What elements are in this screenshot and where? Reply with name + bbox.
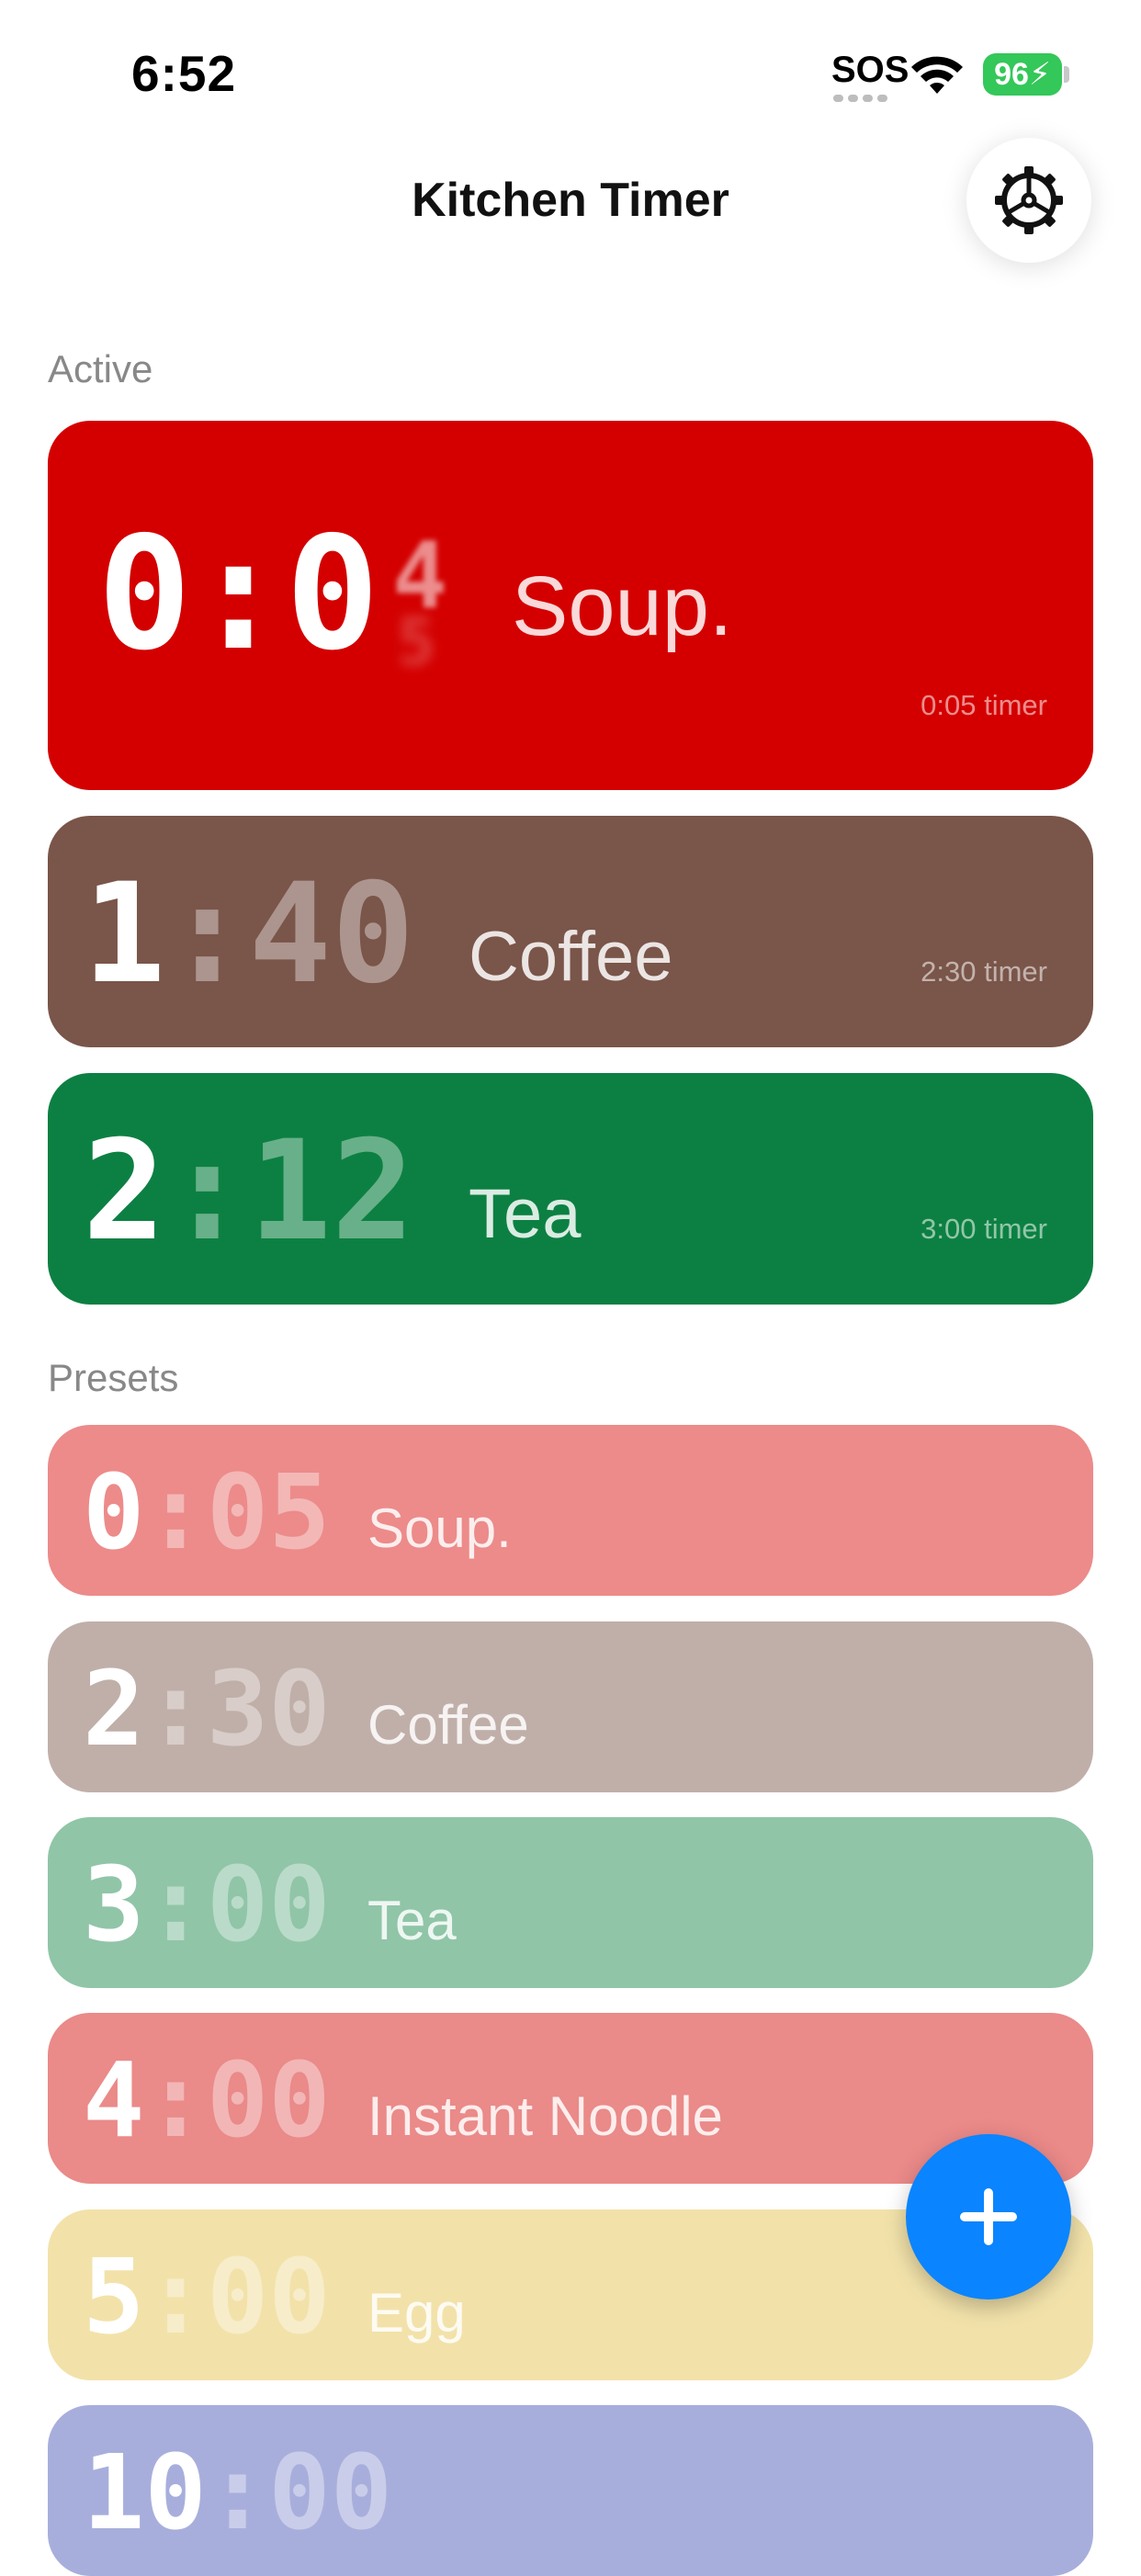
preset-minutes: 4 [83, 2041, 145, 2161]
sos-indicator: SOS [831, 50, 909, 90]
preset-minutes: 2 [83, 1650, 145, 1769]
status-bar: 6:52 SOS 96⚡︎ [0, 0, 1141, 147]
timer-name: Tea [469, 1175, 582, 1253]
active-timer-card[interactable]: 1:40 Coffee 2:30 timer [48, 816, 1093, 1047]
preset-name: Soup. [367, 1497, 512, 1559]
preset-card[interactable]: 2:30 Coffee [48, 1621, 1093, 1792]
preset-name: Tea [367, 1890, 457, 1951]
preset-seconds: 30 [206, 1650, 331, 1769]
preset-separator: : [144, 2041, 207, 2161]
preset-seconds: 00 [206, 2238, 331, 2357]
preset-time: 4:00 [83, 2050, 331, 2152]
timer-separator: : [191, 503, 286, 685]
preset-seconds: 00 [206, 1846, 331, 1965]
preset-separator: : [144, 1650, 207, 1769]
timer-seconds: 40 [248, 854, 415, 1014]
timer-duration: 0:05 timer [921, 689, 1047, 721]
preset-time: 0:05 [83, 1462, 331, 1565]
timer-seconds: 12 [248, 1112, 415, 1271]
section-label-active: Active [48, 347, 153, 390]
section-label-presets: Presets [48, 1356, 179, 1399]
timer-minutes: 2 [83, 1112, 166, 1271]
plus-icon [960, 2188, 1017, 2245]
preset-seconds: 00 [206, 2041, 331, 2161]
timer-minutes: 1 [83, 854, 166, 1014]
add-timer-button[interactable] [906, 2134, 1071, 2299]
status-time: 6:52 [131, 45, 237, 102]
preset-seconds: 05 [206, 1453, 331, 1573]
preset-time: 2:30 [83, 1658, 331, 1761]
preset-separator: : [206, 2434, 269, 2553]
active-timer-card[interactable]: 2:12 Tea 3:00 timer [48, 1073, 1093, 1305]
battery-tip [1064, 66, 1069, 83]
preset-minutes: 3 [83, 1846, 145, 1965]
preset-time: 5:00 [83, 2246, 331, 2349]
preset-seconds: 00 [268, 2434, 393, 2553]
preset-name: Egg [367, 2282, 466, 2344]
battery-level: 96 [994, 57, 1029, 92]
preset-minutes: 0 [83, 1453, 145, 1573]
preset-card[interactable]: 10:00 [48, 2405, 1093, 2576]
preset-name: Coffee [367, 1694, 529, 1756]
timer-duration: 3:00 timer [921, 1213, 1047, 1245]
timer-time: 1:40 [83, 865, 414, 1003]
preset-name: Instant Noodle [367, 2085, 723, 2147]
preset-card[interactable]: 3:00 Tea [48, 1817, 1093, 1988]
timer-separator: : [165, 854, 249, 1014]
timer-duration: 2:30 timer [921, 955, 1047, 988]
timer-minutes: 0 [97, 503, 192, 685]
timer-time: 0:0 [97, 516, 379, 672]
settings-button[interactable] [966, 138, 1091, 263]
preset-time: 3:00 [83, 1854, 331, 1957]
preset-separator: : [144, 1453, 207, 1573]
preset-separator: : [144, 2238, 207, 2357]
preset-card[interactable]: 0:05 Soup. [48, 1425, 1093, 1596]
preset-separator: : [144, 1846, 207, 1965]
timer-name: Coffee [469, 918, 673, 996]
preset-minutes: 10 [83, 2434, 207, 2553]
preset-time: 10:00 [83, 2442, 392, 2545]
timer-rolling-digit-bottom: 5 [397, 604, 436, 680]
preset-minutes: 5 [83, 2238, 145, 2357]
timer-name: Soup. [512, 559, 733, 653]
signal-dots-icon [833, 90, 892, 102]
active-timer-card[interactable]: 0:0 4 5 Soup. 0:05 timer [48, 421, 1093, 790]
battery-icon: 96⚡︎ [983, 53, 1062, 96]
timer-time: 2:12 [83, 1123, 414, 1260]
gear-icon [995, 166, 1063, 234]
timer-separator: : [165, 1112, 249, 1271]
timer-seconds-tens: 0 [285, 503, 380, 685]
wifi-icon [911, 56, 963, 94]
